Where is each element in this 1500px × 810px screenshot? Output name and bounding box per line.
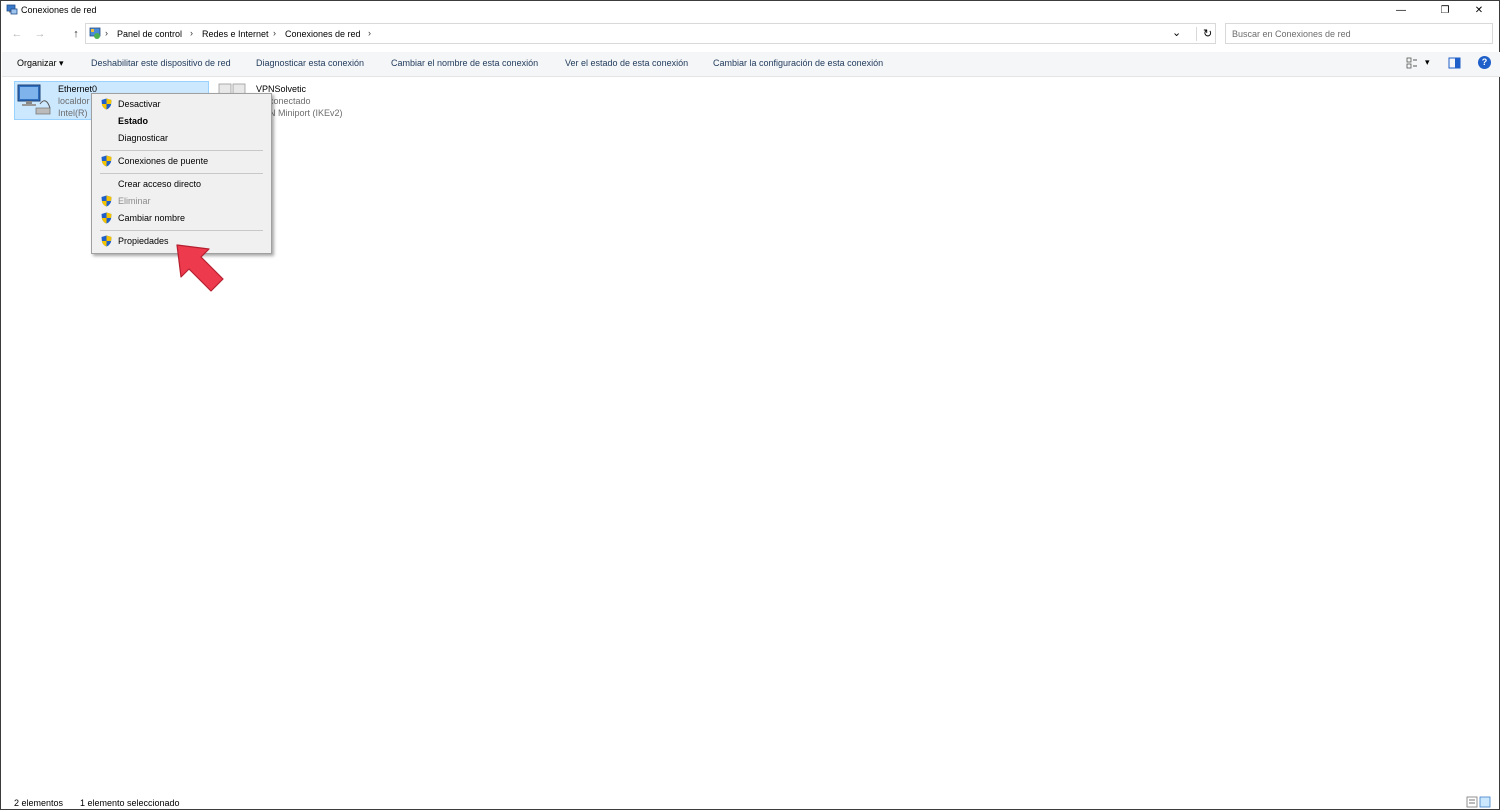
menu-item-label: Propiedades <box>118 236 169 246</box>
ethernet-adapter-icon <box>17 84 51 115</box>
breadcrumb-separator: › <box>105 28 108 38</box>
breadcrumb-item-conexiones-de-red[interactable]: Conexiones de red <box>285 29 361 39</box>
menu-item-label: Cambiar nombre <box>118 213 186 223</box>
minimize-button[interactable]: — <box>1379 1 1423 19</box>
menu-item-label: Diagnosticar <box>118 133 169 143</box>
disable-device-button[interactable]: Deshabilitar este dispositivo de red <box>91 58 231 68</box>
explorer-window: Conexiones de red — ❐ ✕ ← → ↑ › Panel de… <box>0 0 1500 810</box>
menu-item-eliminar[interactable]: Eliminar <box>92 193 271 210</box>
uac-shield-icon <box>101 212 112 224</box>
organize-label: Organizar <box>17 58 57 68</box>
refresh-icon[interactable]: ↻ <box>1196 27 1212 41</box>
menu-item-label: Crear acceso directo <box>118 179 202 189</box>
status-selection: 1 elemento seleccionado <box>80 798 180 808</box>
address-dropdown-icon[interactable]: ⌄ <box>1172 26 1181 39</box>
up-icon[interactable]: ↑ <box>69 27 83 41</box>
context-menu: Desactivar Estado Diagnosticar Conexione… <box>91 93 272 254</box>
title-bar[interactable]: Conexiones de red — ❐ ✕ <box>1 1 1499 19</box>
details-view-icon <box>1466 796 1478 808</box>
preview-pane-icon[interactable] <box>1448 57 1461 69</box>
menu-item-label: Desactivar <box>118 99 161 109</box>
forward-icon[interactable]: → <box>33 27 47 41</box>
menu-separator <box>100 230 263 231</box>
connection-status: conectado <box>269 96 311 106</box>
tiles-view-icon <box>1479 796 1491 808</box>
menu-separator <box>100 173 263 174</box>
menu-item-label: Eliminar <box>118 196 151 206</box>
breadcrumb-item-panel-de-control[interactable]: Panel de control <box>117 29 182 39</box>
search-input[interactable]: Buscar en Conexiones de red <box>1225 23 1493 44</box>
connection-device: N Miniport (IKEv2) <box>269 108 343 118</box>
command-bar: Organizar ▾ Deshabilitar este dispositiv… <box>2 52 1500 77</box>
breadcrumb-separator: › <box>368 28 371 38</box>
chevron-down-icon: ▾ <box>59 58 64 68</box>
address-bar[interactable]: › Panel de control › Redes e Internet › … <box>85 23 1216 44</box>
uac-shield-icon <box>101 235 112 247</box>
window-title: Conexiones de red <box>21 5 97 15</box>
organize-button[interactable]: Organizar ▾ <box>17 58 64 69</box>
uac-shield-icon <box>101 195 112 207</box>
diagnose-connection-button[interactable]: Diagnosticar esta conexión <box>256 58 364 68</box>
menu-item-diagnosticar[interactable]: Diagnosticar <box>92 130 271 147</box>
uac-shield-icon <box>101 98 112 110</box>
menu-item-estado[interactable]: Estado <box>92 113 271 130</box>
connection-device: Intel(R) <box>58 108 88 118</box>
close-button[interactable]: ✕ <box>1457 1 1500 19</box>
breadcrumb-separator: › <box>273 28 276 38</box>
menu-item-label: Conexiones de puente <box>118 156 209 166</box>
menu-item-crear-acceso-directo[interactable]: Crear acceso directo <box>92 176 271 193</box>
breadcrumb-separator: › <box>190 28 193 38</box>
menu-item-cambiar-nombre[interactable]: Cambiar nombre <box>92 210 271 227</box>
view-status-button[interactable]: Ver el estado de esta conexión <box>565 58 688 68</box>
menu-separator <box>100 150 263 151</box>
view-dropdown-icon[interactable]: ▾ <box>1425 57 1430 68</box>
control-panel-icon <box>89 27 101 39</box>
change-settings-button[interactable]: Cambiar la configuración de esta conexió… <box>713 58 883 68</box>
menu-item-label: Estado <box>118 116 149 126</box>
connection-status: localdor <box>58 96 90 106</box>
search-placeholder: Buscar en Conexiones de red <box>1232 29 1351 39</box>
help-icon[interactable]: ? <box>1478 56 1491 69</box>
breadcrumb-item-redes-e-internet[interactable]: Redes e Internet <box>202 29 269 39</box>
uac-shield-icon <box>101 155 112 167</box>
menu-item-conexiones-de-puente[interactable]: Conexiones de puente <box>92 153 271 170</box>
view-mode-icons[interactable] <box>1466 796 1492 808</box>
rename-connection-button[interactable]: Cambiar el nombre de esta conexión <box>391 58 538 68</box>
back-icon[interactable]: ← <box>10 27 24 41</box>
network-connections-icon <box>6 4 18 15</box>
status-item-count: 2 elementos <box>14 798 64 808</box>
pointer-arrow-icon <box>176 244 224 292</box>
view-options-icon[interactable] <box>1406 57 1418 69</box>
menu-item-desactivar[interactable]: Desactivar <box>92 96 271 113</box>
